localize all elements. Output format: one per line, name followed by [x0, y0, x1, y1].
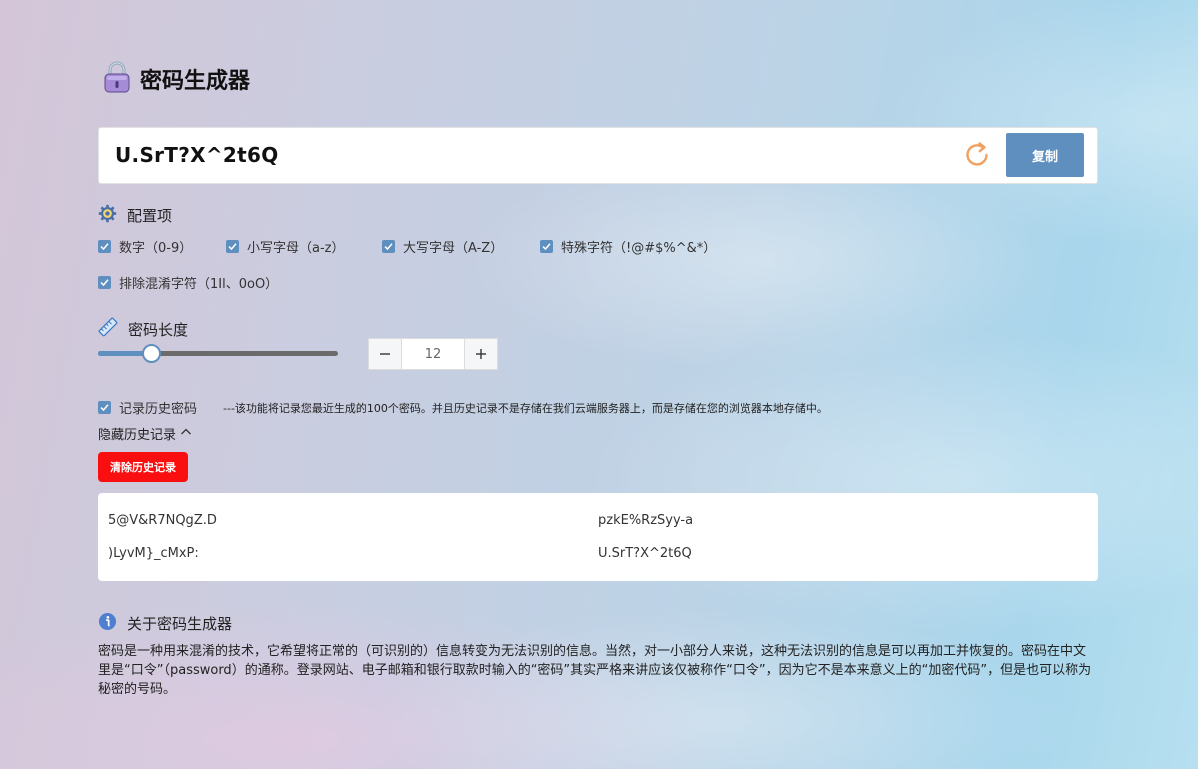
option-label: 大写字母（A-Z） — [403, 241, 504, 256]
about-heading-label: 关于密码生成器 — [127, 615, 233, 633]
generated-password[interactable]: U.SrT?X^2t6Q — [115, 143, 279, 167]
checkbox-checked-icon[interactable] — [226, 240, 239, 253]
length-heading-label: 密码长度 — [128, 320, 189, 339]
option-exclude-ambiguous[interactable]: 排除混淆字符（1Il、0oO） — [98, 273, 278, 292]
record-history-checkbox[interactable]: 记录历史密码 — [98, 398, 197, 417]
length-heading: 密码长度 — [98, 317, 188, 341]
config-heading: 配置项 — [98, 204, 172, 227]
clear-history-button[interactable]: 清除历史记录 — [98, 452, 188, 482]
increment-button[interactable] — [464, 339, 497, 369]
history-note: ---该功能将记录您最近生成的100个密码。并且历史记录不是存储在我们云端服务器… — [223, 402, 828, 415]
length-slider[interactable] — [98, 343, 338, 365]
length-stepper — [368, 338, 498, 370]
checkbox-checked-icon[interactable] — [540, 240, 553, 253]
gear-icon — [98, 204, 117, 227]
info-icon — [98, 612, 117, 635]
plus-icon — [476, 349, 486, 359]
option-special-chars[interactable]: 特殊字符（!@#$%^&*） — [540, 237, 716, 256]
option-uppercase[interactable]: 大写字母（A-Z） — [382, 237, 503, 256]
option-label: 排除混淆字符（1Il、0oO） — [119, 277, 279, 292]
about-description: 密码是一种用来混淆的技术，它希望将正常的（可识别的）信息转变为无法识别的信息。当… — [98, 644, 1092, 697]
slider-thumb[interactable] — [142, 344, 161, 363]
option-lowercase[interactable]: 小写字母（a-z） — [226, 237, 344, 256]
toggle-history-label: 隐藏历史记录 — [98, 428, 177, 443]
option-label: 特殊字符（!@#$%^&*） — [561, 241, 717, 256]
checkbox-checked-icon[interactable] — [98, 240, 111, 253]
checkbox-checked-icon[interactable] — [382, 240, 395, 253]
history-list: 5@V&R7NQgZ.D pzkE%RzSyy-a )LyvM}_cMxP: U… — [98, 493, 1098, 581]
lock-icon — [102, 60, 132, 98]
about-heading: 关于密码生成器 — [98, 612, 232, 635]
chevron-up-icon — [180, 426, 192, 442]
page-header: 密码生成器 — [102, 60, 250, 98]
history-item[interactable]: )LyvM}_cMxP: — [108, 546, 199, 561]
length-input[interactable] — [402, 339, 464, 369]
checkbox-checked-icon[interactable] — [98, 276, 111, 289]
password-display: U.SrT?X^2t6Q 复制 — [98, 127, 1098, 184]
ruler-icon — [98, 317, 118, 341]
option-digits[interactable]: 数字（0-9） — [98, 237, 192, 256]
refresh-icon[interactable] — [963, 141, 991, 169]
history-item[interactable]: U.SrT?X^2t6Q — [598, 546, 692, 561]
copy-button[interactable]: 复制 — [1006, 133, 1084, 177]
config-heading-label: 配置项 — [127, 207, 173, 225]
option-label: 数字（0-9） — [119, 241, 193, 256]
decrement-button[interactable] — [369, 339, 402, 369]
history-item[interactable]: pzkE%RzSyy-a — [598, 513, 693, 528]
option-label: 小写字母（a-z） — [247, 241, 345, 256]
minus-icon — [380, 353, 390, 355]
checkbox-checked-icon[interactable] — [98, 401, 111, 414]
toggle-history-link[interactable]: 隐藏历史记录 — [98, 424, 192, 443]
history-item[interactable]: 5@V&R7NQgZ.D — [108, 513, 217, 528]
page-title: 密码生成器 — [140, 69, 251, 94]
record-history-label: 记录历史密码 — [119, 402, 198, 417]
